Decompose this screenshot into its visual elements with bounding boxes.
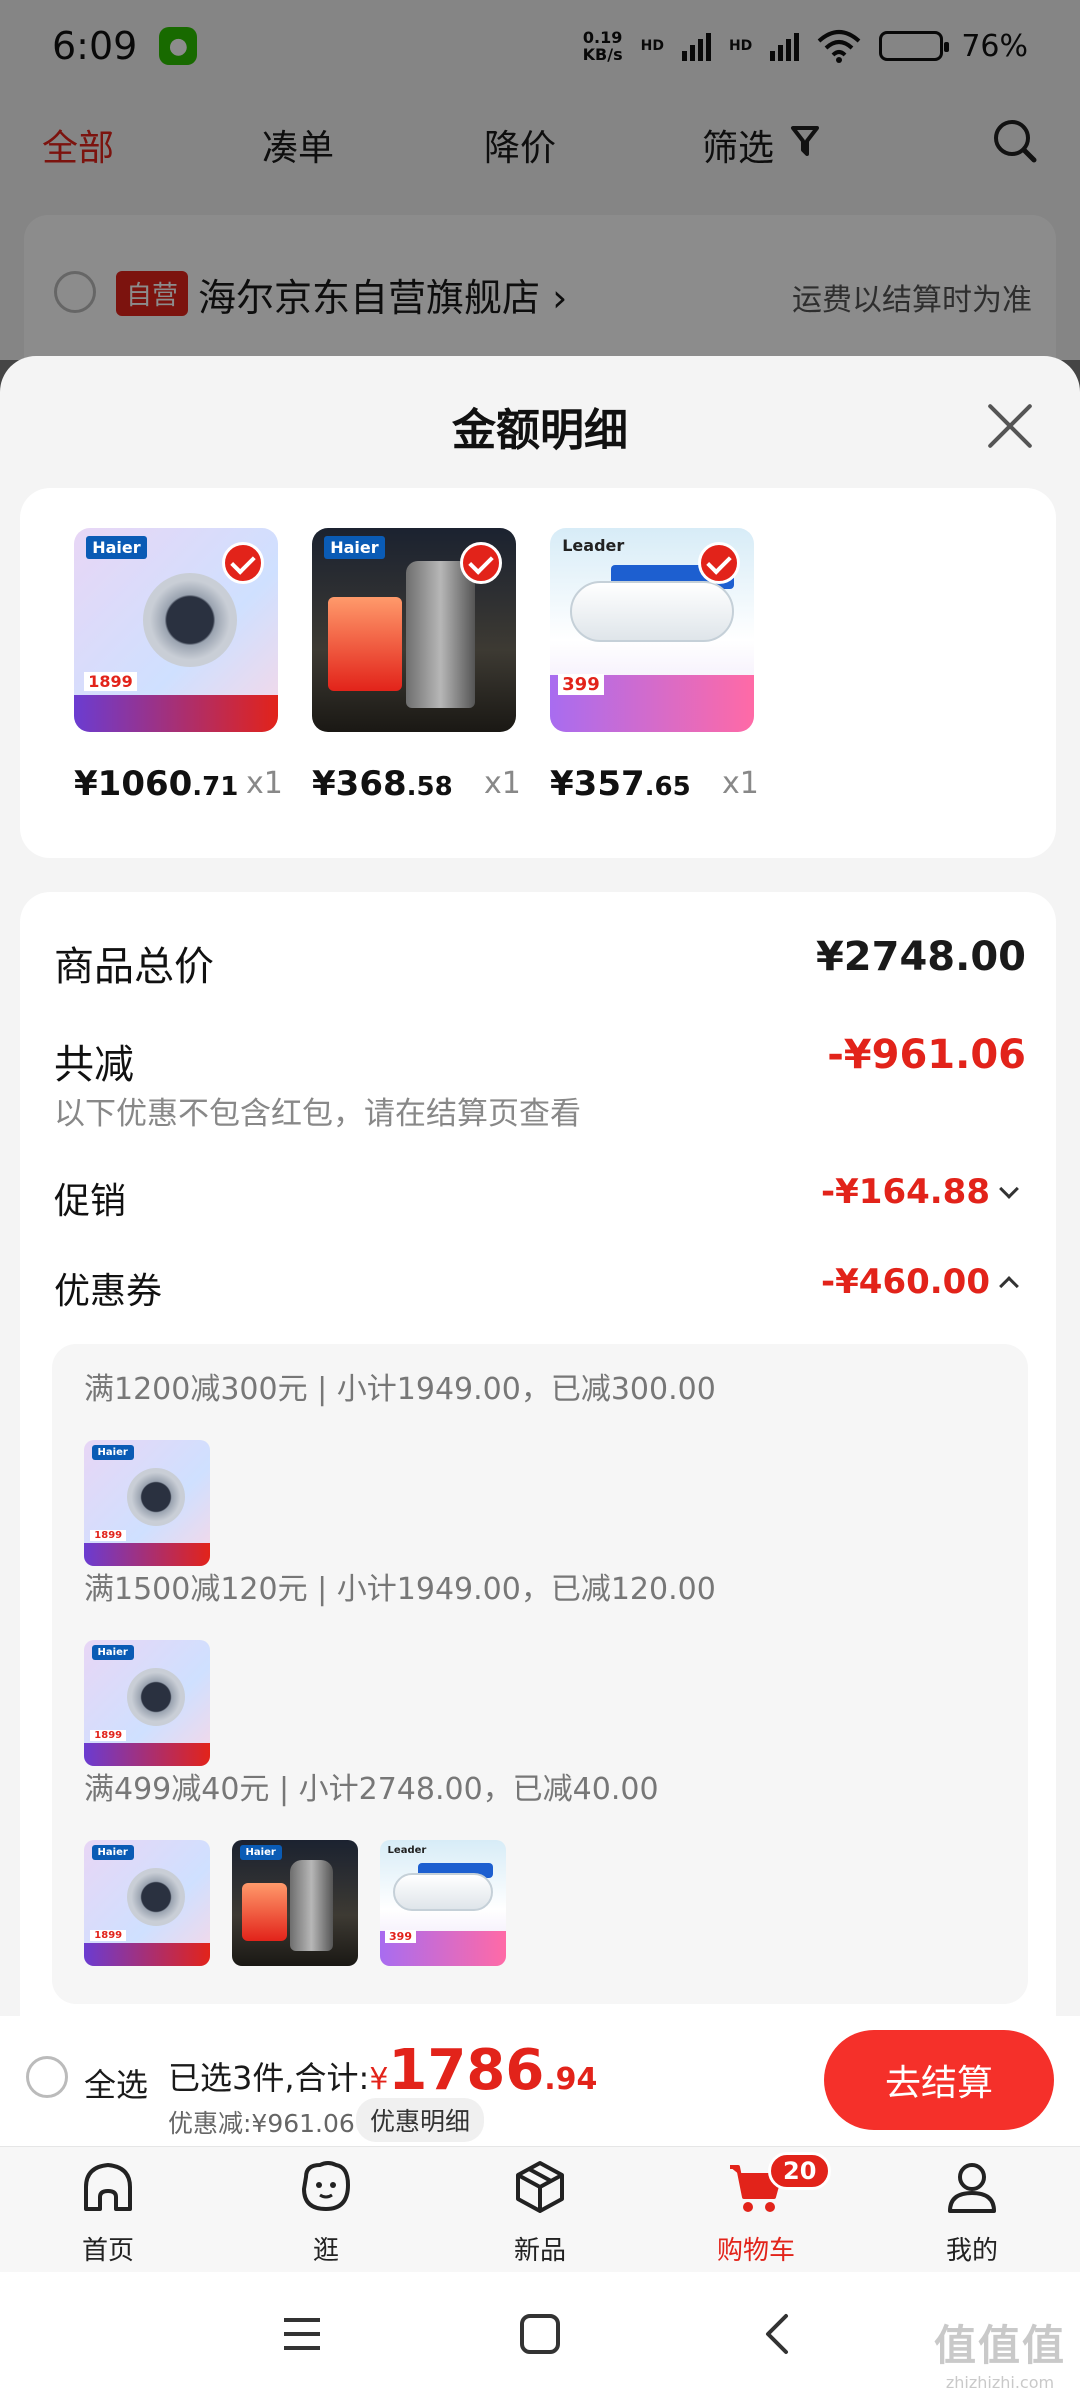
coupon-label: 优惠券 bbox=[54, 1271, 163, 1312]
coupon-rule: 满1500减120元 | 小计1949.00，已减120.00 bbox=[84, 1572, 716, 1607]
selected-check-icon bbox=[698, 542, 740, 584]
reduce-note: 以下优惠不包含红包，请在结算页查看 bbox=[54, 1096, 581, 1132]
home-icon bbox=[84, 2163, 132, 2211]
item-price: ¥357.65 bbox=[550, 764, 691, 804]
self-operated-badge: 自营 bbox=[116, 271, 189, 316]
checkout-total: 1786.94 bbox=[388, 2038, 598, 2103]
coupon-item-image-filter: Haier bbox=[232, 1840, 358, 1966]
selected-check-icon bbox=[460, 542, 502, 584]
promo-label: 促销 bbox=[54, 1181, 127, 1222]
coupon-item-image-washer: Haier 1899 bbox=[84, 1440, 210, 1566]
filter-tab-all[interactable]: 全部 bbox=[42, 119, 114, 171]
chevron-up-icon bbox=[999, 1275, 1019, 1296]
back-icon[interactable] bbox=[756, 2312, 800, 2356]
checkout-bar: 全选 已选3件,合计:¥1786.94 优惠减:¥961.06 优惠明细 去结算 bbox=[0, 2016, 1080, 2146]
select-all-radio[interactable] bbox=[26, 2056, 68, 2098]
funnel-icon[interactable] bbox=[790, 124, 820, 158]
sheet-title: 金额明细 bbox=[452, 405, 628, 456]
selected-check-icon bbox=[222, 542, 264, 584]
wechat-icon: ● bbox=[159, 27, 198, 65]
network-speed: 0.19 KB/s bbox=[582, 28, 623, 64]
status-bar: 6:09 ● 0.19 KB/s HD HD 76% bbox=[0, 0, 1080, 92]
item-qty: x1 bbox=[484, 766, 521, 801]
saved-amount: 优惠减:¥961.06 bbox=[168, 2109, 355, 2138]
item-price: ¥1060.71 bbox=[74, 764, 239, 804]
filter-bar: 全部 凑单 降价 筛选 bbox=[0, 100, 1080, 190]
tab-home[interactable]: 首页 bbox=[38, 2157, 178, 2267]
search-icon[interactable] bbox=[992, 118, 1040, 166]
tab-new[interactable]: 新品 bbox=[470, 2157, 610, 2267]
hd-label-2: HD bbox=[728, 38, 753, 54]
coupon-rule: 满1200减300元 | 小计1949.00，已减300.00 bbox=[84, 1372, 716, 1407]
shop-select-radio[interactable] bbox=[54, 271, 96, 313]
menu-icon[interactable] bbox=[280, 2312, 324, 2356]
reduce-label: 共减 bbox=[54, 1042, 134, 1088]
coupon-item-image-washer: Haier 1899 bbox=[84, 1640, 210, 1766]
chevron-right-icon: › bbox=[552, 276, 568, 320]
shop-name-link[interactable]: 海尔京东自营旗舰店 › bbox=[198, 267, 567, 322]
system-nav-bar bbox=[0, 2272, 1080, 2400]
product-image-washer[interactable]: Haier 1899 bbox=[74, 528, 278, 732]
coupon-rule: 满499减40元 | 小计2748.00，已减40.00 bbox=[84, 1772, 659, 1807]
checkout-button[interactable]: 去结算 bbox=[824, 2030, 1054, 2130]
filter-tab-bundle[interactable]: 凑单 bbox=[262, 119, 334, 171]
status-time: 6:09 bbox=[52, 24, 138, 68]
signal-icon-2 bbox=[770, 31, 800, 61]
user-icon bbox=[948, 2163, 996, 2213]
item-thumbnails-card: Haier 1899 Haier Leader 399 ¥1060.71 x1 ¥3… bbox=[20, 488, 1056, 858]
checkout-summary: 已选3件,合计:¥1786.94 bbox=[168, 2038, 598, 2103]
smiley-icon bbox=[301, 2161, 351, 2212]
item-qty: x1 bbox=[246, 766, 283, 801]
total-value: ¥2748.00 bbox=[815, 934, 1026, 980]
watermark: 值值值 zhizhizhi.com bbox=[933, 2321, 1066, 2392]
shipping-note: 运费以结算时为准 bbox=[792, 283, 1032, 318]
item-price: ¥368.58 bbox=[312, 764, 453, 804]
select-all-label[interactable]: 全选 bbox=[84, 2060, 148, 2106]
filter-tab-price-drop[interactable]: 降价 bbox=[484, 119, 556, 171]
filter-tab-filter[interactable]: 筛选 bbox=[702, 119, 774, 171]
coupon-item-image-washer: Haier 1899 bbox=[84, 1840, 210, 1966]
reduce-value: -¥961.06 bbox=[827, 1032, 1026, 1078]
hd-label-1: HD bbox=[640, 38, 664, 54]
coupon-breakdown: 满1200减300元 | 小计1949.00，已减300.00 Haier 189… bbox=[52, 1344, 1028, 2004]
discount-detail-button[interactable]: 优惠明细 bbox=[356, 2098, 485, 2142]
tab-mine[interactable]: 我的 bbox=[902, 2157, 1042, 2267]
close-button[interactable] bbox=[980, 396, 1040, 456]
tab-browse[interactable]: 逛 bbox=[256, 2157, 396, 2267]
promo-toggle[interactable]: -¥164.88 bbox=[821, 1172, 1019, 1212]
coupon-toggle[interactable]: -¥460.00 bbox=[821, 1262, 1019, 1302]
signal-icon bbox=[681, 31, 711, 61]
total-label: 商品总价 bbox=[54, 944, 214, 990]
cart-count-badge: 20 bbox=[768, 2152, 832, 2190]
product-image-filter[interactable]: Haier bbox=[312, 528, 516, 732]
bottom-tab-bar: 首页 逛 新品 购物车 我的 bbox=[0, 2146, 1080, 2272]
item-qty: x1 bbox=[722, 766, 759, 801]
chevron-down-icon bbox=[999, 1178, 1019, 1199]
product-image-heater[interactable]: Leader 399 bbox=[550, 528, 754, 732]
battery-icon bbox=[879, 31, 950, 61]
home-square-icon[interactable] bbox=[518, 2312, 562, 2356]
box-icon bbox=[516, 2161, 564, 2213]
wifi-icon bbox=[817, 30, 861, 63]
battery-percent: 76% bbox=[961, 28, 1028, 64]
coupon-item-image-heater: Leader 399 bbox=[380, 1840, 506, 1966]
